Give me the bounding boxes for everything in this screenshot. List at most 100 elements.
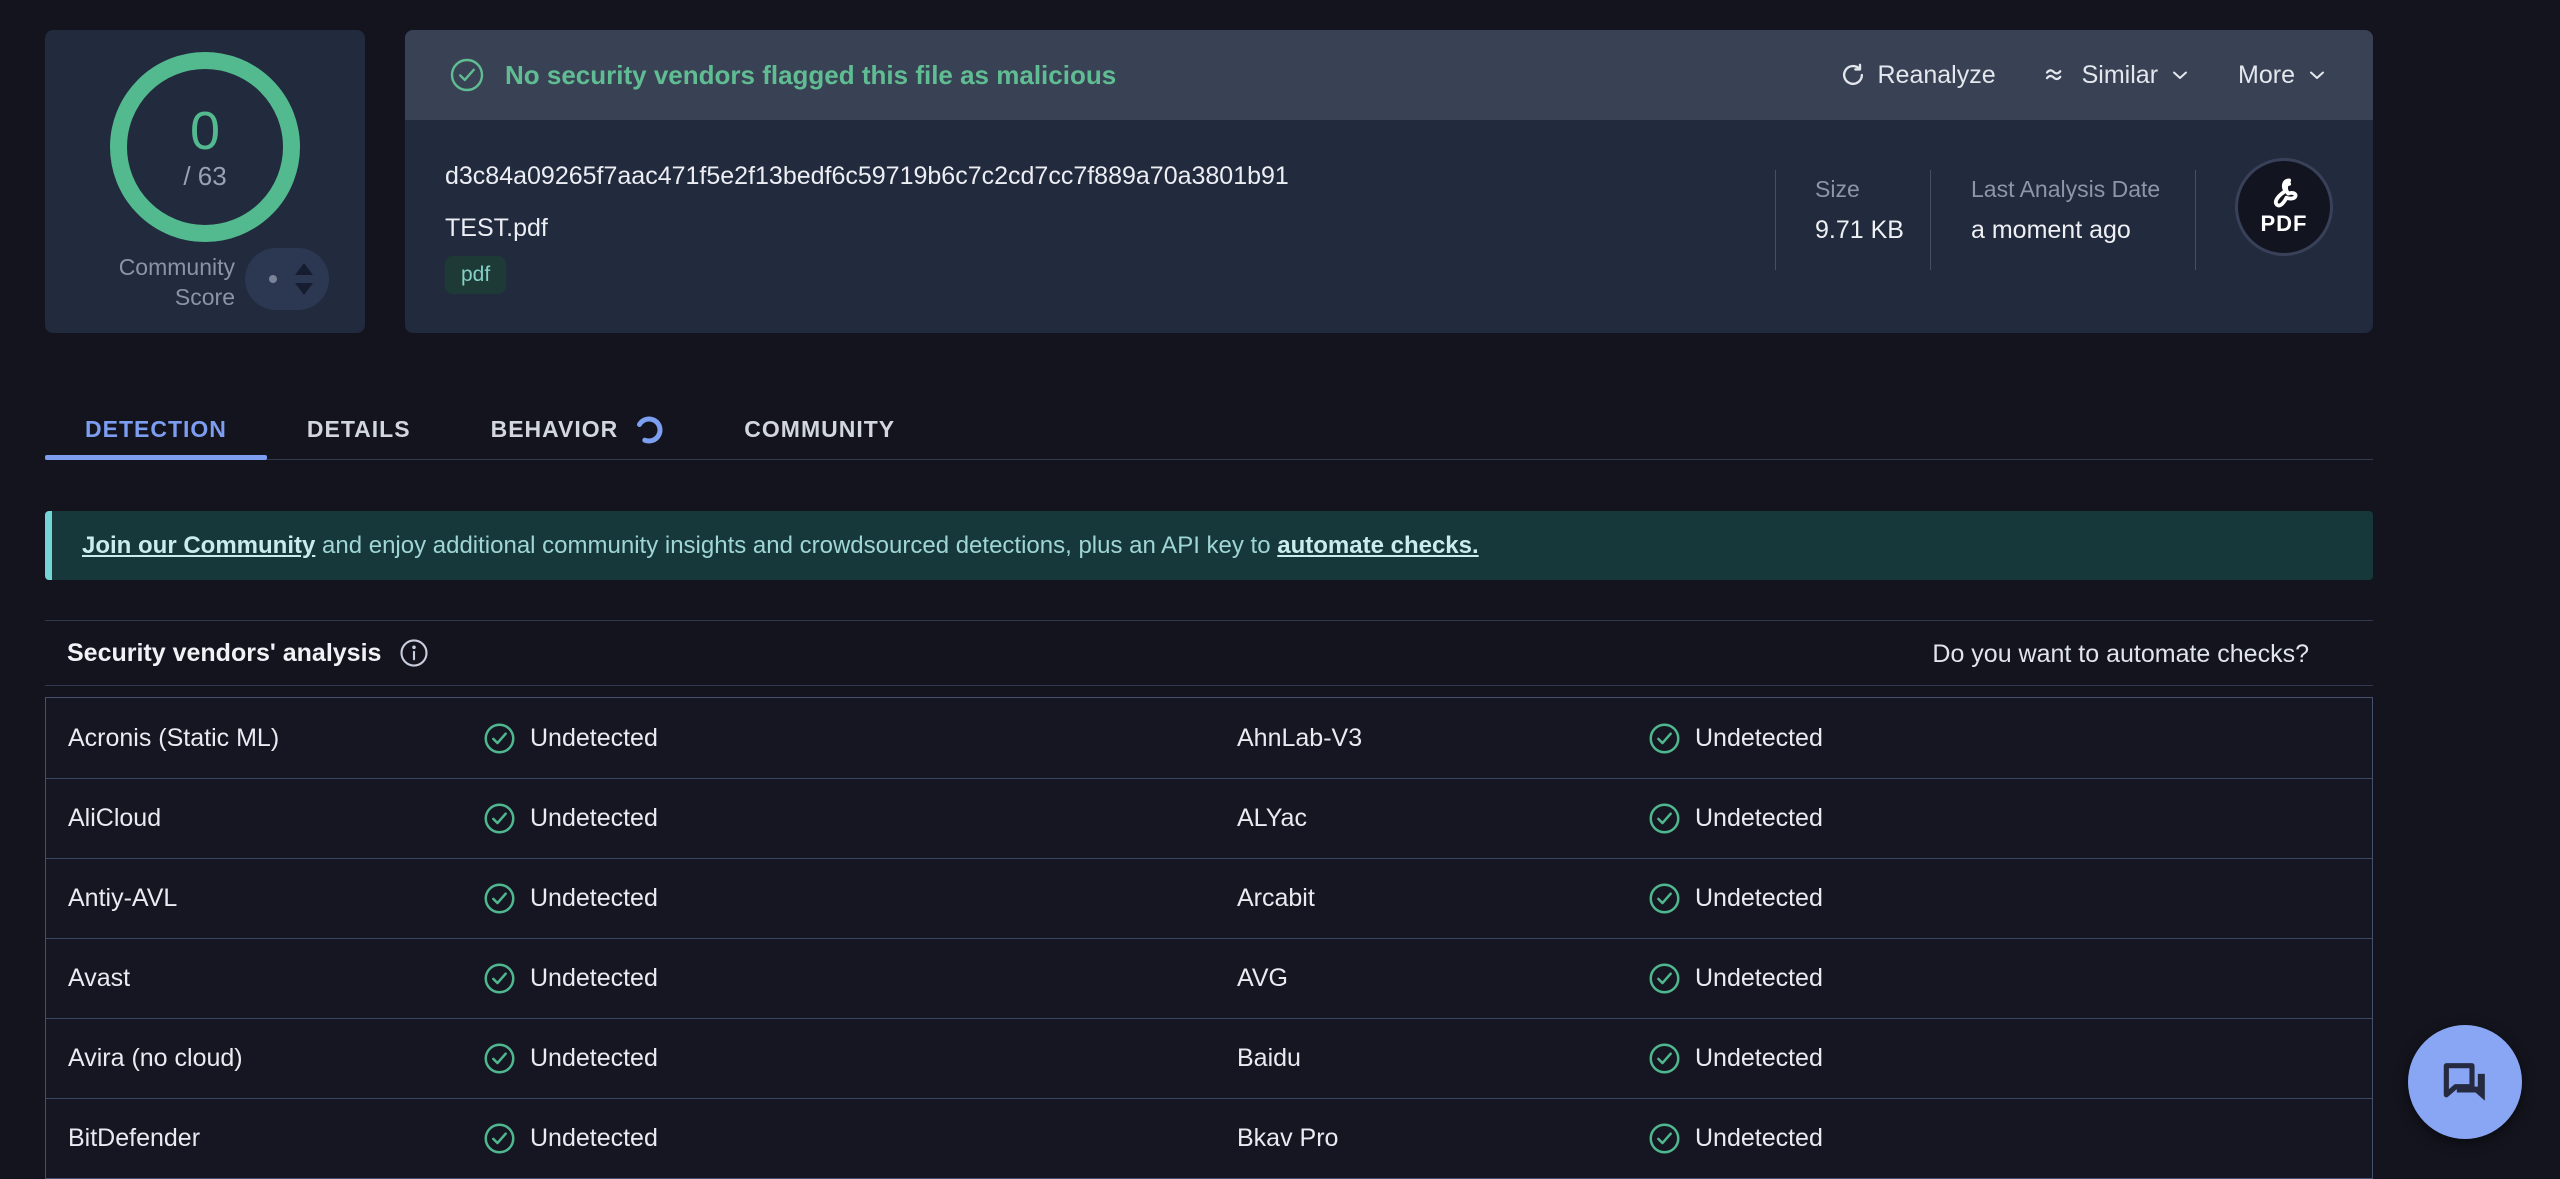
table-row: Avira (no cloud) Undetected Baidu Undete… xyxy=(46,1018,2372,1098)
more-label: More xyxy=(2238,61,2295,90)
vote-widget[interactable] xyxy=(245,248,329,310)
status-label: Undetected xyxy=(1695,724,1823,753)
vendor-analysis-table: Acronis (Static ML) Undetected AhnLab-V3… xyxy=(45,697,2373,1179)
undetected-check-icon xyxy=(483,882,516,915)
file-hash[interactable]: d3c84a09265f7aac471f5e2f13bedf6c59719b6c… xyxy=(445,162,1289,191)
vendor-name: Arcabit xyxy=(1237,884,1648,913)
analysis-title: Security vendors' analysis xyxy=(67,639,381,668)
analysis-header: Security vendors' analysis Do you want t… xyxy=(45,630,2373,680)
vendor-status: Undetected xyxy=(1648,882,2372,915)
vendor-status: Undetected xyxy=(1648,802,2372,835)
status-label: Undetected xyxy=(530,804,658,833)
vendor-name: AVG xyxy=(1237,964,1648,993)
last-analysis-value: a moment ago xyxy=(1971,216,2160,245)
reanalyze-label: Reanalyze xyxy=(1877,61,1995,90)
status-label: Undetected xyxy=(1695,964,1823,993)
vendor-status: Undetected xyxy=(1648,722,2372,755)
vendor-name: Avast xyxy=(46,964,483,993)
tab-details[interactable]: DETAILS xyxy=(267,400,451,459)
vendor-status: Undetected xyxy=(483,802,1237,835)
tab-detection-label: DETECTION xyxy=(85,416,227,443)
pdf-badge-label: PDF xyxy=(2261,211,2308,237)
undetected-check-icon xyxy=(483,1042,516,1075)
undetected-check-icon xyxy=(483,1122,516,1155)
vendor-name: AliCloud xyxy=(46,804,483,833)
community-banner-text: and enjoy additional community insights … xyxy=(315,532,1277,560)
loading-spinner-icon xyxy=(634,415,664,445)
vendor-status: Undetected xyxy=(483,1042,1237,1075)
reanalyze-button[interactable]: Reanalyze xyxy=(1839,61,1995,90)
undetected-check-icon xyxy=(1648,1042,1681,1075)
tab-detection[interactable]: DETECTION xyxy=(45,400,267,459)
file-report-card: No security vendors flagged this file as… xyxy=(405,30,2373,333)
file-name: TEST.pdf xyxy=(445,214,548,243)
vendor-status: Undetected xyxy=(1648,1122,2372,1155)
status-label: Undetected xyxy=(530,1044,658,1073)
detection-gauge: 0 / 63 xyxy=(110,52,300,242)
undetected-check-icon xyxy=(483,962,516,995)
size-value: 9.71 KB xyxy=(1815,216,1904,245)
refresh-icon xyxy=(1839,61,1867,89)
report-tabs: DETECTION DETAILS BEHAVIOR COMMUNITY xyxy=(45,400,2373,460)
size-block: Size 9.71 KB xyxy=(1815,176,1904,245)
chevron-down-icon xyxy=(2168,63,2192,87)
chat-support-button[interactable] xyxy=(2408,1025,2522,1139)
undetected-check-icon xyxy=(483,722,516,755)
tab-behavior[interactable]: BEHAVIOR xyxy=(451,400,705,459)
vote-dot-icon xyxy=(269,275,277,283)
tab-community-label: COMMUNITY xyxy=(744,416,895,443)
undetected-check-icon xyxy=(1648,722,1681,755)
info-icon[interactable] xyxy=(399,638,429,668)
file-type-tag[interactable]: pdf xyxy=(445,256,506,294)
last-analysis-block: Last Analysis Date a moment ago xyxy=(1971,176,2160,245)
vendor-status: Undetected xyxy=(483,882,1237,915)
chevron-down-icon xyxy=(2305,63,2329,87)
vendor-name: Acronis (Static ML) xyxy=(46,724,483,753)
undetected-check-icon xyxy=(1648,802,1681,835)
status-label: Undetected xyxy=(1695,804,1823,833)
vendor-status: Undetected xyxy=(483,1122,1237,1155)
vote-down-icon[interactable] xyxy=(295,283,313,295)
table-row: Acronis (Static ML) Undetected AhnLab-V3… xyxy=(46,698,2372,778)
tab-community[interactable]: COMMUNITY xyxy=(704,400,935,459)
last-analysis-label: Last Analysis Date xyxy=(1971,176,2160,203)
status-label: Undetected xyxy=(530,724,658,753)
divider xyxy=(45,685,2373,686)
more-button[interactable]: More xyxy=(2238,61,2329,90)
table-row: Avast Undetected AVG Undetected xyxy=(46,938,2372,1018)
vendor-status: Undetected xyxy=(1648,962,2372,995)
vendor-status: Undetected xyxy=(483,962,1237,995)
vote-up-icon[interactable] xyxy=(295,263,313,275)
vendor-status: Undetected xyxy=(1648,1042,2372,1075)
pdf-file-icon: PDF xyxy=(2235,158,2333,256)
status-label: Undetected xyxy=(530,884,658,913)
vendor-name: BitDefender xyxy=(46,1124,483,1153)
table-row: Antiy-AVL Undetected Arcabit Undetected xyxy=(46,858,2372,938)
undetected-check-icon xyxy=(1648,882,1681,915)
vendor-name: ALYac xyxy=(1237,804,1648,833)
vendor-name: Bkav Pro xyxy=(1237,1124,1648,1153)
size-label: Size xyxy=(1815,176,1904,203)
chat-bubbles-icon xyxy=(2437,1054,2493,1110)
similar-button[interactable]: Similar xyxy=(2042,60,2192,90)
similar-waves-icon xyxy=(2042,60,2072,90)
divider xyxy=(1775,170,1776,270)
automate-checks-link[interactable]: automate checks. xyxy=(1277,532,1478,560)
tab-behavior-label: BEHAVIOR xyxy=(491,416,619,443)
tab-details-label: DETAILS xyxy=(307,416,411,443)
community-score-card: 0 / 63 Community Score xyxy=(45,30,365,333)
detection-total: / 63 xyxy=(183,161,226,192)
community-score-label: Community Score xyxy=(75,252,235,312)
similar-label: Similar xyxy=(2082,61,2158,90)
automate-checks-prompt[interactable]: Do you want to automate checks? xyxy=(1932,640,2309,669)
table-row: BitDefender Undetected Bkav Pro Undetect… xyxy=(46,1098,2372,1178)
undetected-check-icon xyxy=(1648,1122,1681,1155)
status-label: Undetected xyxy=(1695,1124,1823,1153)
divider xyxy=(1930,170,1931,270)
join-community-link[interactable]: Join our Community xyxy=(82,532,315,560)
status-label: Undetected xyxy=(1695,1044,1823,1073)
vendor-name: Baidu xyxy=(1237,1044,1648,1073)
status-label: Undetected xyxy=(530,964,658,993)
detection-score: 0 xyxy=(190,103,220,159)
undetected-check-icon xyxy=(1648,962,1681,995)
